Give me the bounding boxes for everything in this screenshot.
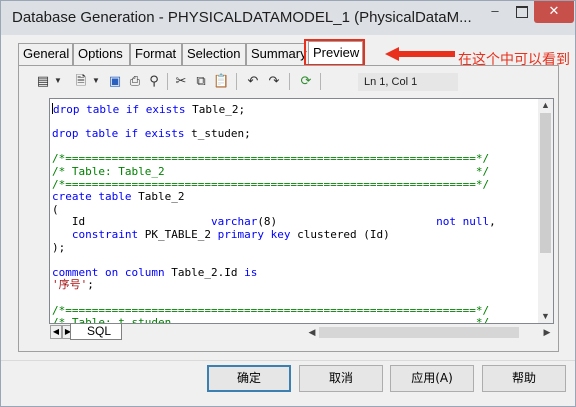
code-token: column: [124, 265, 172, 279]
copy-icon[interactable]: ⧉: [193, 73, 209, 89]
paste-icon[interactable]: 📋: [213, 73, 229, 89]
tab-general[interactable]: General: [18, 43, 73, 65]
code-line: drop table if exists Table_2;: [52, 103, 538, 116]
maximize-button[interactable]: [509, 1, 533, 23]
preview-tab-highlight: [304, 39, 365, 66]
code-token: Table_2;: [192, 103, 246, 116]
code-token: constraint: [71, 227, 145, 241]
code-token: create: [52, 190, 99, 204]
code-token: if: [124, 127, 145, 141]
editor-bottom-bar: ◀ ▶ SQL ◀ ▶: [33, 324, 554, 341]
code-token: (: [52, 202, 59, 216]
preview-panel: ▤ ▼ 🗎 ▼ ▣ ⎙ ⚲ ✂ ⧉ 📋 ↶ ↷ ⟳ Ln 1, Col 1 dr…: [18, 65, 559, 352]
toolbar-separator: [167, 73, 168, 90]
code-line: );: [52, 240, 538, 255]
scroll-up-icon[interactable]: ▲: [538, 99, 553, 112]
code-token: if: [125, 103, 146, 116]
code-token: clustered (Id): [297, 227, 390, 241]
toolbar-separator: [289, 73, 290, 90]
find-icon[interactable]: ⚲: [146, 73, 162, 89]
refresh-icon[interactable]: ⟳: [298, 73, 314, 89]
toolbar-separator: [320, 73, 321, 90]
scroll-thumb[interactable]: [540, 113, 551, 253]
code-token: t_studen;: [191, 127, 251, 141]
code-token: /* Table: t_studen */: [52, 316, 490, 323]
code-token: );: [52, 240, 66, 254]
code-line: create table Table_2: [52, 190, 538, 204]
code-token: primary key: [217, 227, 298, 241]
tab-summary[interactable]: Summary: [246, 43, 307, 65]
code-line: '序号';: [52, 279, 538, 292]
code-token: table: [85, 127, 125, 141]
code-token: drop: [53, 103, 87, 116]
code-token: table: [86, 103, 126, 116]
tab-sql[interactable]: SQL: [70, 324, 122, 340]
save-icon[interactable]: ▣: [107, 73, 123, 89]
code-token: comment: [52, 265, 105, 279]
code-token: Table_2.Id: [171, 265, 245, 279]
tab-selection[interactable]: Selection: [182, 43, 246, 65]
code-token: PK_TABLE_2: [144, 227, 218, 241]
code-token: (8): [257, 215, 437, 229]
code-token: is: [244, 265, 258, 279]
window-title: Database Generation - PHYSICALDATAMODEL_…: [12, 9, 472, 26]
scroll-right-icon[interactable]: ▶: [540, 325, 554, 340]
hscroll-thumb[interactable]: [319, 327, 519, 338]
code-token: /*======================================…: [52, 303, 490, 317]
code-token: exists: [145, 103, 193, 116]
code-token: /*======================================…: [52, 177, 490, 191]
code-token: exists: [144, 127, 192, 141]
code-token: /* Table: Table_2 */: [52, 164, 490, 178]
redo-icon[interactable]: ↷: [266, 73, 282, 89]
properties-icon[interactable]: 🗎: [73, 73, 89, 89]
chevron-down-icon[interactable]: ▼: [50, 73, 66, 89]
code-token: Table_2: [138, 190, 185, 204]
title-bar[interactable]: Database Generation - PHYSICALDATAMODEL_…: [1, 1, 575, 35]
horizontal-scrollbar[interactable]: ◀ ▶: [305, 325, 554, 340]
sql-editor[interactable]: drop table if exists Table_2; drop table …: [49, 98, 554, 324]
undo-icon[interactable]: ↶: [245, 73, 261, 89]
help-button[interactable]: 帮助: [482, 365, 566, 392]
cancel-button[interactable]: 取消: [299, 365, 383, 392]
cursor-position: Ln 1, Col 1: [358, 73, 458, 91]
code-token: /*======================================…: [52, 152, 490, 166]
chevron-down-icon[interactable]: ▼: [88, 73, 104, 89]
code-token: not null: [436, 215, 490, 229]
code-token: ;: [87, 278, 94, 292]
code-line: drop table if exists t_studen;: [52, 127, 538, 141]
tab-format[interactable]: Format: [130, 43, 182, 65]
apply-button[interactable]: 应用(A): [390, 365, 474, 392]
code-token: varchar: [210, 215, 258, 229]
minimize-button[interactable]: –: [481, 1, 509, 23]
code-line: comment on column Table_2.Id is: [52, 265, 538, 280]
code-token: '序号': [52, 278, 88, 292]
code-token: drop: [52, 127, 86, 141]
print-icon[interactable]: ⎙: [127, 73, 143, 89]
annotation-arrow-icon: [385, 47, 455, 61]
code-token: on: [104, 265, 125, 279]
vertical-scrollbar[interactable]: ▲ ▼: [538, 99, 553, 323]
dialog-window: Database Generation - PHYSICALDATAMODEL_…: [0, 0, 576, 407]
code-area[interactable]: drop table if exists Table_2; drop table …: [50, 99, 538, 323]
scroll-left-icon[interactable]: ◀: [305, 325, 319, 340]
tab-options[interactable]: Options: [73, 43, 130, 65]
code-line: /* Table: t_studen */: [52, 316, 538, 323]
code-token: Id: [52, 215, 211, 229]
code-token: table: [98, 190, 139, 204]
tab-prev-icon[interactable]: ◀: [50, 325, 62, 339]
close-button[interactable]: ✕: [534, 1, 574, 23]
code-line: constraint PK_TABLE_2 primary key cluste…: [52, 227, 538, 242]
footer-divider: [1, 360, 575, 361]
scroll-down-icon[interactable]: ▼: [538, 310, 553, 323]
dropdown-list-icon[interactable]: ▤: [35, 73, 51, 89]
cut-icon[interactable]: ✂: [173, 73, 189, 89]
ok-button[interactable]: 确定: [207, 365, 291, 392]
toolbar-separator: [236, 73, 237, 90]
editor-toolbar: ▤ ▼ 🗎 ▼ ▣ ⎙ ⚲ ✂ ⧉ 📋 ↶ ↷ ⟳ Ln 1, Col 1: [33, 71, 458, 93]
code-token: ,: [489, 215, 496, 229]
